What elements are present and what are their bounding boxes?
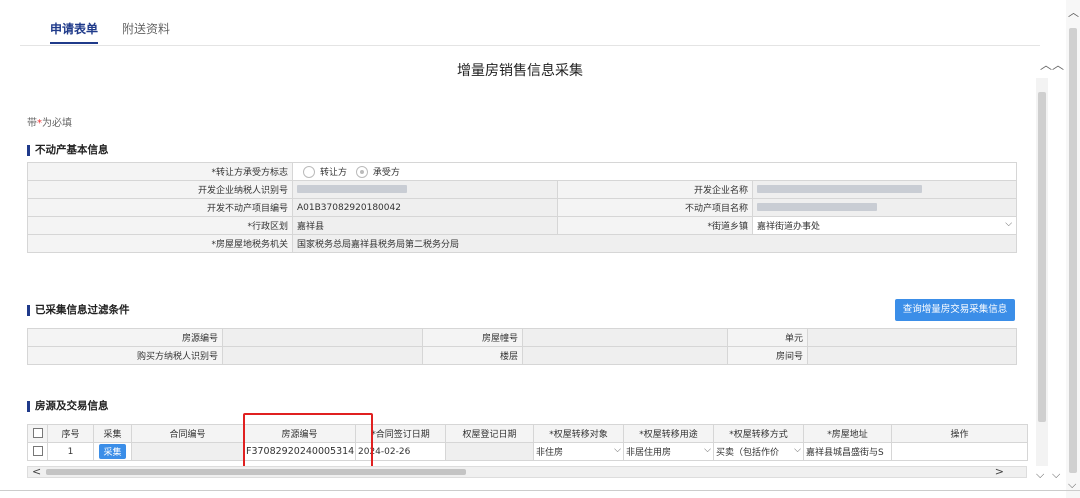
inner-vertical-scroll-thumb[interactable]	[1038, 92, 1046, 422]
filter-floor-input[interactable]	[522, 346, 728, 365]
tab-attachments[interactable]: 附送资料	[122, 18, 170, 44]
district-field[interactable]: 嘉祥县	[292, 216, 558, 235]
dev-name-field[interactable]	[751, 180, 1018, 199]
row-select-cell[interactable]	[27, 442, 48, 461]
section-title-house-trade: 房源及交易信息	[27, 401, 109, 412]
street-select[interactable]: 嘉祥街道办事处 ⌵	[751, 216, 1018, 235]
flag-radio-group: 转让方 承受方	[291, 162, 1018, 181]
outer-scroll-down-mid-icon[interactable]: ⌵	[1052, 468, 1060, 482]
filter-table: 房源编号 房屋幢号 单元 购买方纳税人识别号 楼层 房间号	[27, 328, 1017, 365]
cell-action	[891, 442, 1028, 461]
filter-unit-input[interactable]	[807, 328, 1017, 347]
flag-label-text: *转让方承受方标志	[211, 168, 288, 178]
filter-room-label: 房间号	[727, 346, 808, 365]
cell-reg-date[interactable]	[445, 442, 534, 461]
collapse-up-icon[interactable]: ︿︿	[1040, 56, 1064, 73]
col-header-method: *权屋转移方式	[713, 424, 804, 443]
method-value: 买卖（包括作价	[716, 448, 780, 458]
project-name-label: 不动产项目名称	[557, 198, 753, 217]
usage-value: 非居住用房	[626, 448, 672, 458]
col-header-action: 操作	[891, 424, 1028, 443]
project-no-label: 开发不动产项目编号	[27, 198, 293, 217]
street-value: 嘉祥街道办事处	[757, 222, 821, 232]
dev-taxid-field[interactable]	[292, 180, 558, 199]
tax-org-label: *房屋屋地税务机关	[27, 234, 293, 253]
cell-index: 1	[47, 442, 94, 461]
cell-object-select[interactable]: 非住房 ⌵	[533, 442, 624, 461]
dev-taxid-label: 开发企业纳税人识别号	[27, 180, 293, 199]
cell-collect: 采集	[93, 442, 132, 461]
select-all-cell[interactable]	[27, 424, 48, 443]
district-label: *行政区划	[27, 216, 293, 235]
grid-header-row: 序号 采集 合同编号 房源编号 *合同签订日期 权屋登记日期 *权屋转移对象 *…	[27, 424, 1028, 443]
filter-house-no-label: 房源编号	[27, 328, 223, 347]
required-note-prefix: 带	[27, 118, 37, 129]
row-checkbox[interactable]	[32, 446, 43, 457]
inner-scroll-down-icon[interactable]: ⌵	[1036, 468, 1044, 482]
project-name-field[interactable]	[751, 198, 1018, 217]
page-title: 增量房销售信息采集	[457, 63, 583, 79]
property-info-table: *转让方承受方标志 转让方 承受方 开发企业纳税人识别号 开发企业名称 开发不动…	[27, 162, 1018, 253]
project-no-field[interactable]: A01B37082920180042	[292, 198, 558, 217]
col-header-index: 序号	[47, 424, 94, 443]
tax-org-field[interactable]: 国家税务总局嘉祥县税务局第二税务分局	[291, 234, 1018, 253]
cell-address[interactable]: 嘉祥县城昌盛街与S	[803, 442, 892, 461]
col-header-reg-date: 权屋登记日期	[445, 424, 534, 443]
chevron-down-icon: ⌵	[1005, 219, 1013, 229]
app-root: { "tabs": ["申请表单", "附送资料"], "page_title"…	[0, 0, 1080, 498]
select-all-checkbox[interactable]	[32, 428, 43, 439]
chevron-down-icon: ⌵	[704, 445, 711, 455]
street-label: *街道乡镇	[557, 216, 753, 235]
radio-transferee[interactable]	[355, 166, 368, 179]
required-note-suffix: 为必填	[42, 118, 72, 129]
tab-application-form[interactable]: 申请表单	[50, 18, 99, 44]
flag-label: *转让方承受方标志	[27, 162, 293, 181]
section-title-filter: 已采集信息过滤条件	[27, 305, 130, 316]
bottom-divider	[0, 490, 1080, 491]
horizontal-scroll-thumb[interactable]	[46, 469, 466, 475]
highlight-annotation	[243, 413, 373, 470]
radio-transferee-label: 承受方	[372, 167, 400, 178]
cell-contract-no[interactable]	[131, 442, 244, 461]
redacted-value	[757, 185, 922, 193]
filter-room-input[interactable]	[807, 346, 1017, 365]
filter-unit-label: 单元	[727, 328, 808, 347]
collect-button[interactable]: 采集	[99, 444, 126, 459]
tab-bar: 申请表单 附送资料	[50, 18, 170, 44]
inner-vertical-scrollbar[interactable]	[1036, 78, 1048, 466]
col-header-object: *权屋转移对象	[533, 424, 624, 443]
scroll-right-icon[interactable]: >	[995, 465, 1004, 478]
chevron-down-icon: ⌵	[614, 445, 621, 455]
filter-floor-label: 楼层	[422, 346, 523, 365]
outer-vertical-scroll-thumb[interactable]	[1069, 28, 1077, 473]
tab-divider	[20, 45, 1040, 46]
section-title-property: 不动产基本信息	[27, 145, 109, 156]
redacted-value	[297, 185, 407, 193]
filter-buyer-taxid-label: 购买方纳税人识别号	[27, 346, 223, 365]
outer-vertical-scrollbar[interactable]: ︿ ⌵	[1066, 0, 1080, 498]
horizontal-scrollbar[interactable]: < >	[27, 465, 1027, 478]
col-header-address: *房屋地址	[803, 424, 892, 443]
radio-transferor[interactable]	[303, 166, 315, 179]
required-note: 带*为必填	[27, 114, 72, 129]
outer-scroll-up-icon[interactable]: ︿	[1068, 4, 1079, 20]
col-header-collect: 采集	[93, 424, 132, 443]
filter-building-label: 房屋幢号	[422, 328, 523, 347]
cell-usage-select[interactable]: 非居住用房 ⌵	[623, 442, 714, 461]
cell-method-select[interactable]: 买卖（包括作价 ⌵	[713, 442, 804, 461]
query-button[interactable]: 查询增量房交易采集信息	[895, 299, 1015, 321]
filter-house-no-input[interactable]	[222, 328, 423, 347]
house-trade-grid: 序号 采集 合同编号 房源编号 *合同签订日期 权屋登记日期 *权屋转移对象 *…	[27, 424, 1028, 461]
chevron-down-icon: ⌵	[794, 445, 801, 455]
redacted-value	[757, 203, 877, 211]
filter-building-input[interactable]	[522, 328, 728, 347]
col-header-usage: *权屋转移用途	[623, 424, 714, 443]
object-value: 非住房	[536, 448, 564, 458]
filter-buyer-taxid-input[interactable]	[222, 346, 423, 365]
scroll-left-icon[interactable]: <	[32, 465, 41, 478]
table-row: 1 采集 F37082920240005314 2024-02-26 非住房 ⌵ …	[27, 442, 1028, 461]
dev-name-label: 开发企业名称	[557, 180, 753, 199]
radio-transferor-label: 转让方	[320, 167, 348, 178]
col-header-contract-no: 合同编号	[131, 424, 244, 443]
